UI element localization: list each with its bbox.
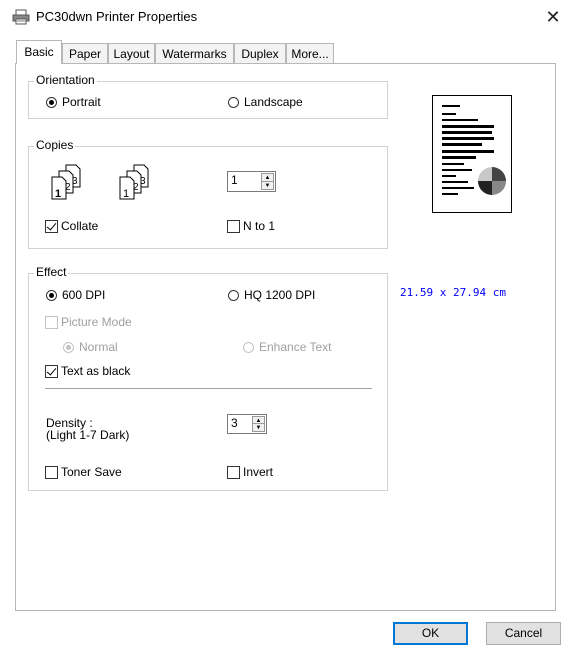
normal-radio[interactable]	[63, 342, 74, 353]
preview-image-icon	[478, 167, 506, 195]
paper-size-text: 21.59 x 27.94 cm	[400, 286, 506, 299]
copies-spinner[interactable]: 1 ▲ ▼	[227, 171, 276, 192]
window-title: PC30dwn Printer Properties	[36, 9, 198, 24]
uncollated-page-3: 3	[140, 176, 146, 187]
effect-legend: Effect	[34, 265, 69, 279]
tab-duplex[interactable]: Duplex	[234, 43, 286, 63]
copies-up-arrow-icon[interactable]: ▲	[262, 174, 273, 182]
tab-layout[interactable]: Layout	[108, 43, 155, 63]
text-as-black-checkbox[interactable]	[45, 365, 58, 378]
toner-save-label: Toner Save	[61, 465, 122, 479]
close-button[interactable]: ✕	[540, 4, 566, 30]
landscape-radio[interactable]	[228, 97, 239, 108]
cancel-button[interactable]: Cancel	[486, 622, 561, 645]
text-as-black-label: Text as black	[61, 364, 131, 378]
collate-checkbox[interactable]	[45, 220, 58, 233]
enhance-text-label: Enhance Text	[259, 340, 332, 354]
picture-mode-checkbox[interactable]	[45, 316, 58, 329]
tab-watermarks[interactable]: Watermarks	[155, 43, 234, 63]
collated-page-1: 1	[55, 188, 61, 200]
picture-mode-label: Picture Mode	[61, 315, 132, 329]
tab-more[interactable]: More...	[286, 43, 334, 63]
collate-label: Collate	[61, 219, 99, 233]
uncollated-page-1: 1	[123, 188, 129, 200]
ok-button[interactable]: OK	[393, 622, 468, 645]
normal-label: Normal	[79, 340, 118, 354]
collate-pages-icon: 3 2 1 3 2 1	[51, 164, 149, 200]
collated-page-2: 2	[65, 182, 71, 193]
copies-value: 1	[231, 173, 238, 187]
density-spinner[interactable]: 3 ▲ ▼	[227, 414, 267, 434]
dpi-hq1200-label: HQ 1200 DPI	[244, 288, 316, 302]
tab-paper[interactable]: Paper	[62, 43, 108, 63]
invert-label: Invert	[243, 465, 274, 479]
effect-group	[28, 273, 388, 491]
landscape-label: Landscape	[244, 95, 303, 109]
n-to-1-label: N to 1	[243, 219, 276, 233]
collated-page-3: 3	[72, 176, 78, 187]
portrait-label: Portrait	[62, 95, 101, 109]
dpi-hq1200-radio[interactable]	[228, 290, 239, 301]
portrait-radio[interactable]	[46, 97, 57, 108]
density-value: 3	[231, 416, 238, 430]
orientation-legend: Orientation	[34, 73, 97, 87]
density-down-arrow-icon[interactable]: ▼	[253, 424, 264, 431]
dpi-600-label: 600 DPI	[62, 288, 106, 302]
density-up-arrow-icon[interactable]: ▲	[253, 417, 264, 424]
effect-divider	[45, 388, 372, 389]
density-range-label: (Light 1-7 Dark)	[46, 428, 130, 442]
toner-save-checkbox[interactable]	[45, 466, 58, 479]
printer-icon	[12, 9, 30, 25]
enhance-text-radio[interactable]	[243, 342, 254, 353]
n-to-1-checkbox[interactable]	[227, 220, 240, 233]
tab-basic[interactable]: Basic	[16, 40, 62, 64]
uncollated-page-2: 2	[133, 182, 139, 193]
invert-checkbox[interactable]	[227, 466, 240, 479]
dpi-600-radio[interactable]	[46, 290, 57, 301]
copies-down-arrow-icon[interactable]: ▼	[262, 182, 273, 190]
copies-legend: Copies	[34, 138, 76, 152]
page-preview	[432, 95, 512, 213]
